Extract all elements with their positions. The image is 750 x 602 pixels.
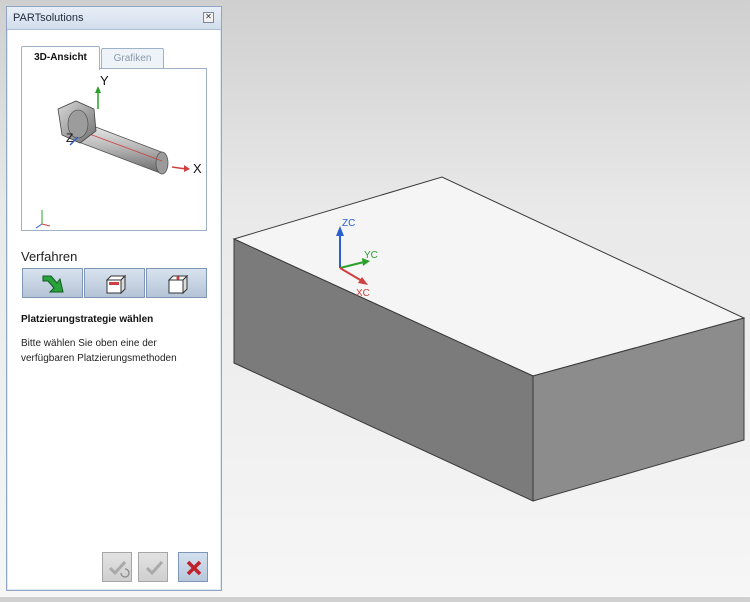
- tool-button-top-face[interactable]: [146, 268, 207, 298]
- preview-axis-z: Z: [66, 131, 74, 145]
- description-line: verfügbaren Platzierungsmethoden: [21, 353, 177, 364]
- preview-axis-y: Y: [100, 73, 109, 88]
- cancel-x-icon: [186, 560, 202, 576]
- preview-axis-x: X: [193, 161, 202, 176]
- description-line: Bitte wählen Sie oben eine der: [21, 338, 157, 349]
- axis-label-xc: XC: [356, 288, 370, 299]
- axis-label-yc: YC: [364, 250, 378, 261]
- strategy-heading: Platzierungstrategie wählen: [21, 314, 154, 325]
- strategy-description: Bitte wählen Sie oben eine der verfügbar…: [21, 336, 211, 366]
- tab-grafiken[interactable]: Grafiken: [101, 48, 164, 68]
- bolt-preview-canvas: [35, 86, 190, 229]
- section-label-verfahren: Verfahren: [21, 249, 78, 264]
- box-top-face-icon: [167, 274, 189, 295]
- box-front-face-icon: [105, 274, 127, 295]
- bolt-tip: [155, 151, 169, 175]
- partsolutions-panel: PARTsolutions ✕ 3D-Ansicht Grafiken Y Z …: [6, 6, 222, 591]
- ok-button[interactable]: [138, 552, 168, 582]
- 3d-preview[interactable]: Y Z X: [21, 68, 207, 231]
- axis-label-zc: ZC: [342, 218, 355, 229]
- apply-button[interactable]: [102, 552, 132, 582]
- green-arrow-icon: [42, 275, 64, 293]
- placement-methods: [22, 268, 209, 300]
- check-icon: [145, 560, 164, 576]
- tab-3d-ansicht[interactable]: 3D-Ansicht: [21, 46, 100, 70]
- panel-titlebar: PARTsolutions ✕: [7, 7, 221, 30]
- tool-button-front-face[interactable]: [84, 268, 145, 298]
- tool-button-direct[interactable]: [22, 268, 83, 298]
- apply-check-icon: [108, 560, 130, 578]
- close-icon[interactable]: ✕: [203, 12, 214, 23]
- cancel-button[interactable]: [178, 552, 208, 582]
- panel-title: PARTsolutions: [13, 12, 84, 24]
